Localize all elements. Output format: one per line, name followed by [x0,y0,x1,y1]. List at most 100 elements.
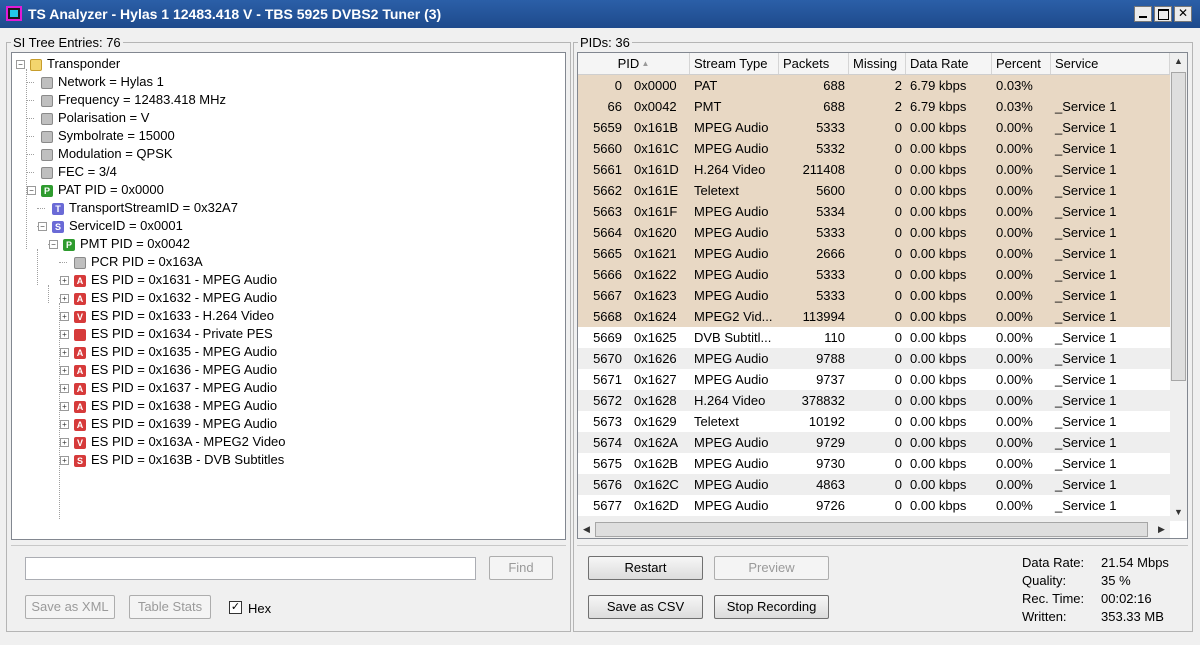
table-row[interactable]: 5665 0x1621 MPEG Audio 2666 0 0.00 kbps 0.00% _… [578,243,1170,264]
table-row[interactable]: 5663 0x161F MPEG Audio 5334 0 0.00 kbps 0.00% _… [578,201,1170,222]
pids-grid[interactable]: PID ▲ Stream Type Packets Missing Data Rate P… [577,52,1188,539]
table-row[interactable]: 5677 0x162D MPEG Audio 9726 0 0.00 kbps 0.00% _… [578,495,1170,516]
table-row[interactable]: 0 0x0000 PAT 688 2 6.79 kbps 0.03% [578,75,1170,96]
tree-item[interactable]: Polarisation = V [41,109,149,127]
table-row[interactable]: 5662 0x161E Teletext 5600 0 0.00 kbps 0.00% _Se… [578,180,1170,201]
scroll-right-icon[interactable]: ▶ [1153,521,1170,538]
table-row[interactable]: 5676 0x162C MPEG Audio 4863 0 0.00 kbps 0.00% _… [578,474,1170,495]
table-row[interactable]: 5675 0x162B MPEG Audio 9730 0 0.00 kbps 0.00% _… [578,453,1170,474]
tree-item[interactable]: S ES PID = 0x163B - DVB Subtitles [74,451,284,469]
table-row[interactable]: 5671 0x1627 MPEG Audio 9737 0 0.00 kbps 0.00% _… [578,369,1170,390]
tree-item[interactable]: A ES PID = 0x1631 - MPEG Audio [74,271,277,289]
expander-plus-icon[interactable]: + [60,294,69,303]
expander-plus-icon[interactable]: + [60,456,69,465]
horizontal-scroll-thumb[interactable] [595,522,1148,537]
tree-item[interactable]: FEC = 3/4 [41,163,117,181]
tree-item-label: Network = Hylas 1 [58,74,164,89]
tree-item[interactable]: Modulation = QPSK [41,145,173,163]
col-header-packets[interactable]: Packets [779,53,849,74]
vertical-scroll-thumb[interactable] [1171,72,1186,381]
table-stats-button[interactable]: Table Stats [129,595,211,619]
horizontal-scrollbar[interactable]: ◀ ▶ [578,521,1170,538]
expander-plus-icon[interactable]: + [60,312,69,321]
table-row[interactable]: 5661 0x161D H.264 Video 211408 0 0.00 kbps 0.0… [578,159,1170,180]
data-rate-cell: 0.00 kbps [910,435,967,450]
service-cell [1051,75,1170,96]
tree-item[interactable]: A ES PID = 0x1636 - MPEG Audio [74,361,277,379]
col-header-pid[interactable]: PID ▲ [578,53,690,74]
table-row[interactable]: 5664 0x1620 MPEG Audio 5333 0 0.00 kbps 0.00% _… [578,222,1170,243]
expander-minus-icon[interactable]: − [38,222,47,231]
tree-item[interactable]: T TransportStreamID = 0x32A7 [52,199,238,217]
missing-cell: 0 [894,372,902,387]
expander-plus-icon[interactable]: + [60,276,69,285]
tree-item[interactable]: Network = Hylas 1 [41,73,164,91]
table-row[interactable]: 5669 0x1625 DVB Subtitl... 110 0 0.00 kbps 0.0… [578,327,1170,348]
expander-plus-icon[interactable]: + [60,366,69,375]
expander-plus-icon[interactable]: + [60,348,69,357]
table-row[interactable]: 5660 0x161C MPEG Audio 5332 0 0.00 kbps 0.00% _… [578,138,1170,159]
find-button[interactable]: Find [489,556,553,580]
vertical-scrollbar[interactable]: ▲ ▼ [1170,53,1187,521]
missing-cell: 0 [894,456,902,471]
close-button[interactable]: ✕ [1174,6,1192,22]
tree-item[interactable]: P PMT PID = 0x0042 [63,235,190,253]
expander-plus-icon[interactable]: + [60,384,69,393]
tree-item[interactable]: V ES PID = 0x163A - MPEG2 Video [74,433,286,451]
scroll-down-icon[interactable]: ▼ [1170,504,1187,521]
tree-item[interactable]: Transponder [30,55,120,73]
table-row[interactable]: 5674 0x162A MPEG Audio 9729 0 0.00 kbps 0.00% _… [578,432,1170,453]
col-header-service[interactable]: Service [1051,53,1170,74]
expander-plus-icon[interactable]: + [60,420,69,429]
restart-button[interactable]: Restart [588,556,703,580]
expander-plus-icon[interactable]: + [60,438,69,447]
tree-item[interactable]: PCR PID = 0x163A [74,253,203,271]
tree-item[interactable]: A ES PID = 0x1635 - MPEG Audio [74,343,277,361]
percent-cell: 0.00% [996,456,1033,471]
expander-minus-icon[interactable]: − [27,186,36,195]
table-row[interactable]: 5666 0x1622 MPEG Audio 5333 0 0.00 kbps 0.00% _… [578,264,1170,285]
preview-button[interactable]: Preview [714,556,829,580]
tree-item[interactable]: ES PID = 0x1634 - Private PES [74,325,273,343]
save-as-csv-button[interactable]: Save as CSV [588,595,703,619]
tree-item[interactable]: A ES PID = 0x1639 - MPEG Audio [74,415,277,433]
si-tree-view[interactable]: − Transponder Network = Hylas 1 Frequency =… [11,52,566,540]
tree-item[interactable]: A ES PID = 0x1637 - MPEG Audio [74,379,277,397]
tree-item[interactable]: P PAT PID = 0x0000 [41,181,164,199]
tree-item[interactable]: S ServiceID = 0x0001 [52,217,183,235]
maximize-button[interactable] [1154,6,1172,22]
search-input[interactable] [25,557,476,580]
table-row[interactable]: 5670 0x1626 MPEG Audio 9788 0 0.00 kbps 0.00% _… [578,348,1170,369]
scroll-left-icon[interactable]: ◀ [578,521,595,538]
col-header-stream-type[interactable]: Stream Type [690,53,779,74]
percent-cell: 0.00% [996,435,1033,450]
tree-item[interactable]: A ES PID = 0x1638 - MPEG Audio [74,397,277,415]
col-header-percent[interactable]: Percent [992,53,1051,74]
save-as-xml-button[interactable]: Save as XML [25,595,115,619]
stream-type-cell: MPEG2 Vid... [694,309,773,324]
stop-recording-button[interactable]: Stop Recording [714,595,829,619]
stream-type-cell: MPEG Audio [694,246,769,261]
tree-item[interactable]: V ES PID = 0x1633 - H.264 Video [74,307,274,325]
table-row[interactable]: 5659 0x161B MPEG Audio 5333 0 0.00 kbps 0.00% _… [578,117,1170,138]
tree-guide-line [26,136,34,137]
tree-item[interactable]: A ES PID = 0x1632 - MPEG Audio [74,289,277,307]
table-row[interactable]: 5668 0x1624 MPEG2 Vid... 113994 0 0.00 kbps 0.… [578,306,1170,327]
table-row[interactable]: 66 0x0042 PMT 688 2 6.79 kbps 0.03% _Service 1 [578,96,1170,117]
col-header-missing[interactable]: Missing [849,53,906,74]
tree-item[interactable]: Symbolrate = 15000 [41,127,175,145]
table-row[interactable]: 5672 0x1628 H.264 Video 378832 0 0.00 kbps 0.0… [578,390,1170,411]
col-header-data-rate[interactable]: Data Rate [906,53,992,74]
table-row[interactable]: 5673 0x1629 Teletext 10192 0 0.00 kbps 0.00% _S… [578,411,1170,432]
minimize-button[interactable] [1134,6,1152,22]
expander-plus-icon[interactable]: + [60,402,69,411]
expander-plus-icon[interactable]: + [60,330,69,339]
expander-minus-icon[interactable]: − [16,60,25,69]
expander-minus-icon[interactable]: − [49,240,58,249]
hex-checkbox[interactable]: ✓ [229,601,242,614]
packets-cell: 5333 [816,225,845,240]
tree-item[interactable]: Frequency = 12483.418 MHz [41,91,226,109]
scroll-up-icon[interactable]: ▲ [1170,53,1187,70]
col-header-label: PID [617,56,640,71]
table-row[interactable]: 5667 0x1623 MPEG Audio 5333 0 0.00 kbps 0.00% _… [578,285,1170,306]
